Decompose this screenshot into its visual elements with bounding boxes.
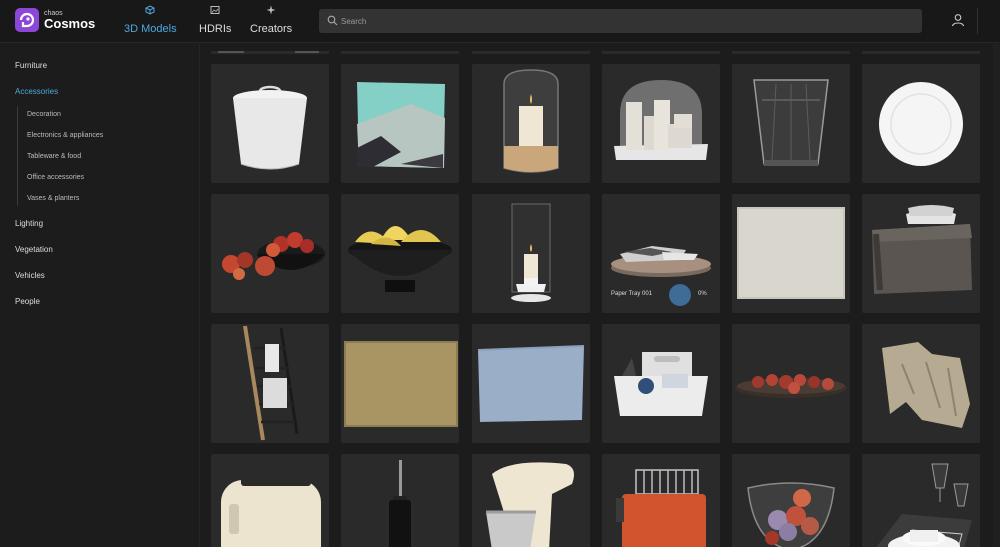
scrollbar[interactable] [993,44,1000,547]
retro-toaster-thumbnail [616,469,706,547]
user-icon[interactable] [951,13,965,32]
throw-pillow-thumbnail [357,82,445,168]
search-input[interactable] [341,9,911,33]
subcategory-guide-line [17,106,18,206]
desk-organizer-thumbnail [614,352,708,416]
tab-label: HDRIs [199,23,232,35]
category-people[interactable]: People [15,297,40,306]
asset-card-glass-fruit-bowl[interactable] [732,454,850,547]
category-accessories[interactable]: Accessories [15,87,58,96]
table-setting-thumbnail [876,463,972,547]
previous-row-strip [200,44,1000,54]
image-icon [199,5,231,17]
apples-bowl-thumbnail [222,232,325,280]
storage-basket-thumbnail [872,205,972,294]
search-icon [327,15,338,26]
asset-card-white-plate[interactable] [862,64,980,183]
hurricane-candle-thumbnail [511,203,551,302]
candle-set-thumbnail [614,80,708,160]
category-vegetation[interactable]: Vegetation [15,245,53,254]
glass-candle-holder-thumbnail [503,69,559,173]
tab-3d-models[interactable]: 3D Models [124,5,177,35]
glass-fruit-bowl-thumbnail [747,482,835,547]
asset-card-linen-towel[interactable] [732,194,850,313]
tab-creators[interactable]: Creators [250,5,292,35]
subcategory-tableware[interactable]: Tableware & food [27,153,81,160]
draped-blanket-thumbnail [882,342,970,428]
category-vehicles[interactable]: Vehicles [15,271,45,280]
towel-ladder-thumbnail [243,325,299,441]
asset-card-stand-mixer[interactable] [472,454,590,547]
asset-grid: Paper Tray 001 0% [200,44,1000,547]
asset-card-hurricane-candle[interactable] [472,194,590,313]
asset-card-toilet-brush[interactable] [341,454,459,547]
asset-card-candle-set[interactable] [602,64,720,183]
category-furniture[interactable]: Furniture [15,61,47,70]
subcategory-office[interactable]: Office accessories [27,174,84,181]
header-divider [977,8,978,34]
download-progress-percent: 0% [698,291,707,297]
asset-card-desk-organizer[interactable] [602,324,720,443]
asset-card-jute-rug[interactable] [341,324,459,443]
subcategory-vases[interactable]: Vases & planters [27,195,79,202]
asset-card-draped-blanket[interactable] [862,324,980,443]
sidebar: Furniture Accessories Decoration Electro… [0,44,200,547]
logo[interactable] [15,8,39,32]
banana-bowl-thumbnail [348,226,452,292]
top-bar: chaos Cosmos 3D Models HDRIs Creators [0,0,1000,43]
asset-card-toaster[interactable] [211,454,329,547]
lidded-basket-thumbnail [233,85,307,170]
toilet-brush-thumbnail [389,460,411,547]
tab-label: Creators [250,23,293,35]
asset-card-retro-toaster[interactable] [602,454,720,547]
asset-card-apples-bowl[interactable] [211,194,329,313]
asset-card-paper-tray[interactable]: Paper Tray 001 0% [602,194,720,313]
asset-card-drinking-glass[interactable] [732,64,850,183]
drinking-glass-thumbnail [753,79,829,166]
tab-label: 3D Models [124,23,177,35]
search-bar [319,9,922,33]
brand-name: Cosmos [44,16,96,31]
fruit-tray-thumbnail [735,374,847,398]
asset-card-banana-bowl[interactable] [341,194,459,313]
asset-card-blue-rug[interactable] [472,324,590,443]
cube-icon [124,5,177,17]
white-plate-thumbnail [879,82,963,166]
toaster-thumbnail [221,476,321,547]
asset-card-fruit-tray[interactable] [732,324,850,443]
subcategory-decoration[interactable]: Decoration [27,111,61,118]
asset-title: Paper Tray 001 [611,291,653,297]
tab-hdris[interactable]: HDRIs [199,5,231,35]
subcategory-electronics[interactable]: Electronics & appliances [27,132,103,139]
asset-card-storage-basket[interactable] [862,194,980,313]
category-lighting[interactable]: Lighting [15,219,43,228]
asset-card-lidded-basket[interactable] [211,64,329,183]
blue-rug-thumbnail [477,345,585,422]
sparkle-icon [250,5,292,17]
linen-towel-thumbnail [737,207,845,299]
download-progress-indicator[interactable] [669,284,691,306]
asset-card-glass-candle-holder[interactable] [472,64,590,183]
jute-rug-thumbnail [344,341,458,427]
stand-mixer-thumbnail [486,462,574,547]
asset-card-table-setting[interactable] [862,454,980,547]
asset-card-throw-pillow[interactable] [341,64,459,183]
asset-card-towel-ladder[interactable] [211,324,329,443]
